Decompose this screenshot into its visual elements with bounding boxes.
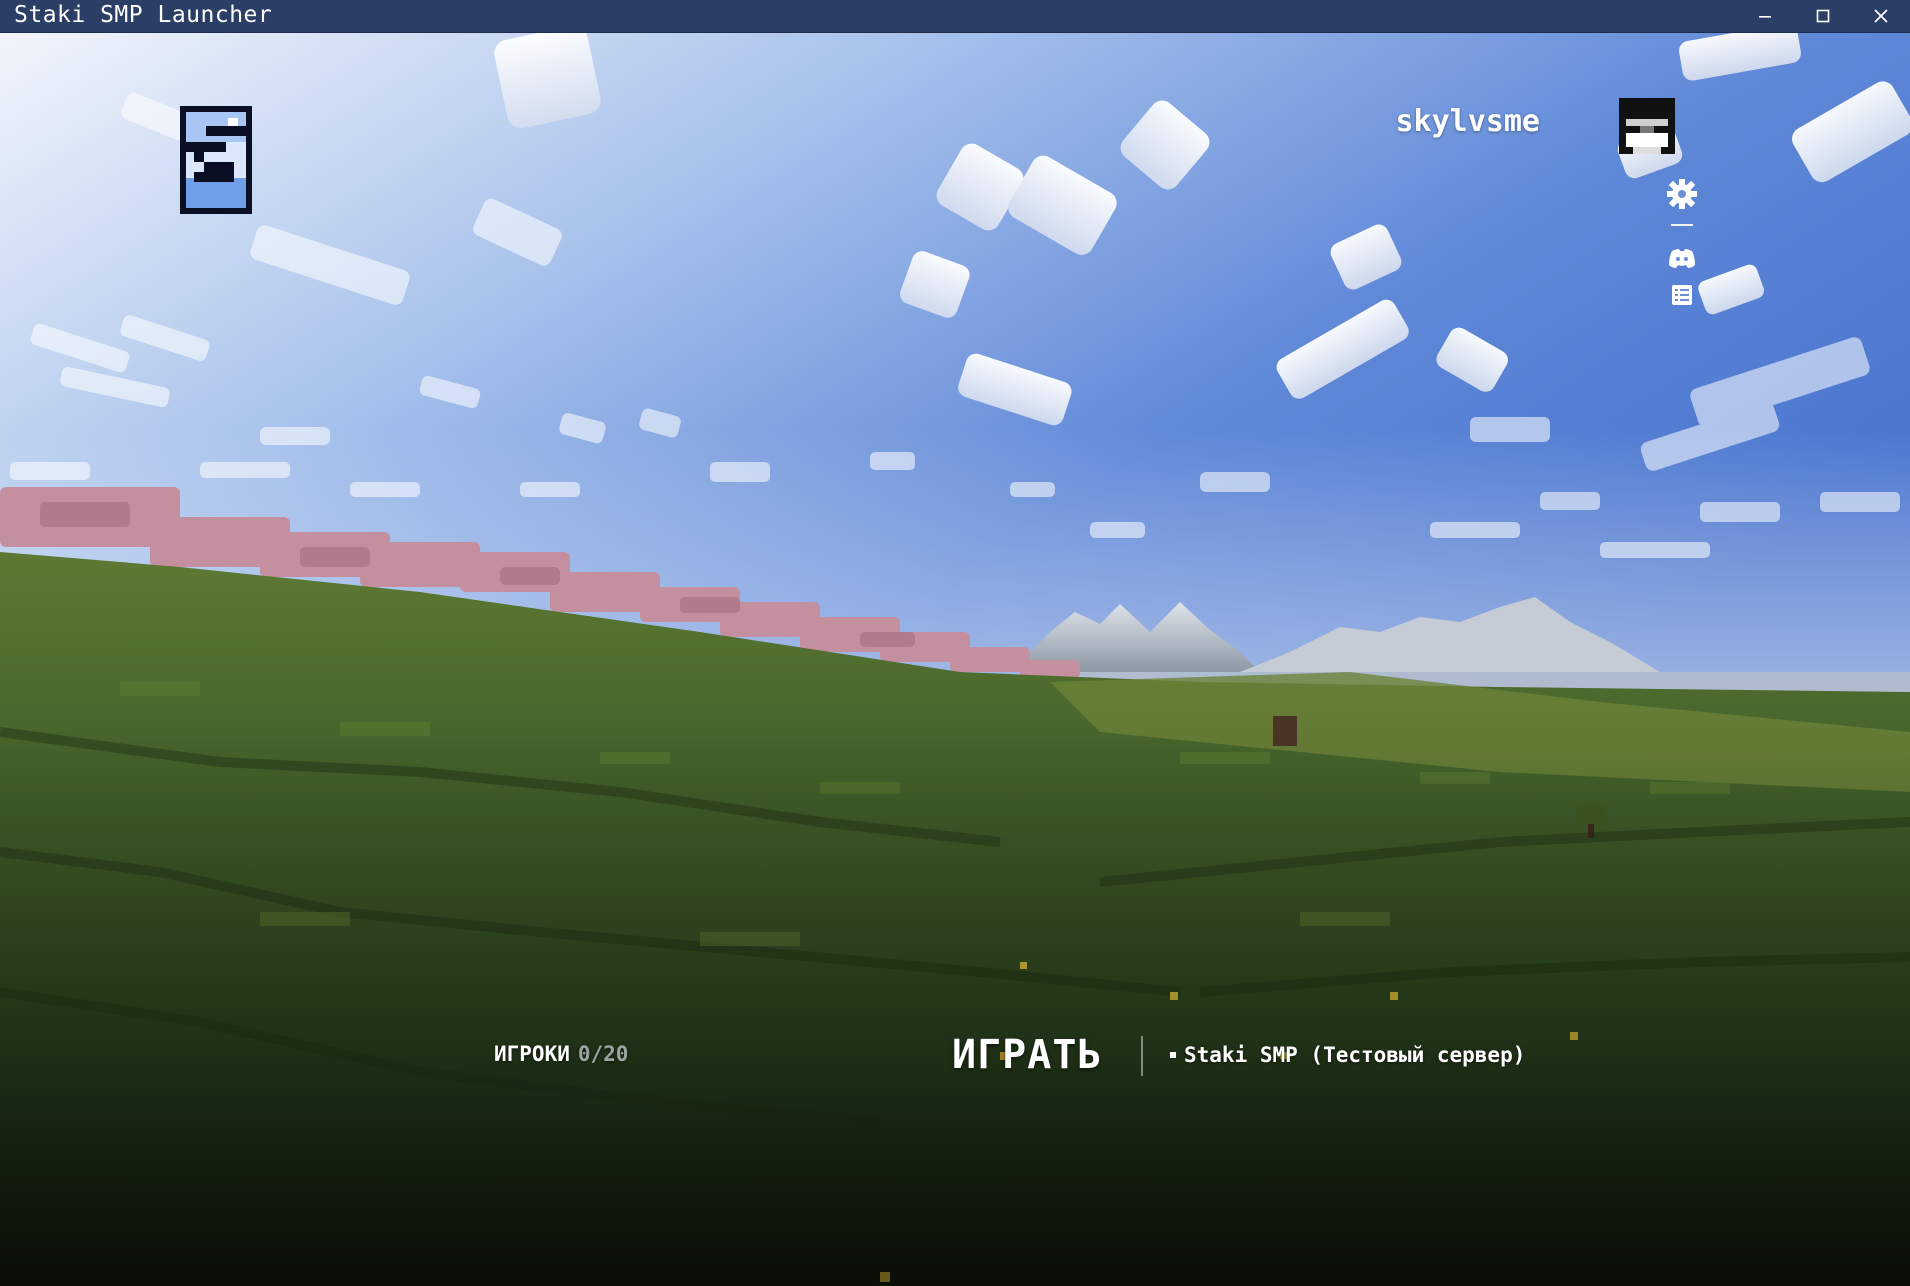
play-divider: [1141, 1036, 1143, 1076]
side-toolbar: [1660, 178, 1704, 306]
landscape-image: [0, 32, 1910, 1286]
gear-icon: [1667, 179, 1697, 209]
players-label: ИГРОКИ: [494, 1042, 570, 1066]
changelog-button[interactable]: [1660, 284, 1704, 306]
maximize-button[interactable]: [1794, 0, 1852, 32]
minimize-button[interactable]: [1736, 0, 1794, 32]
players-indicator: ИГРОКИ 0/20: [494, 1042, 628, 1066]
minimize-icon: [1759, 16, 1771, 18]
username-label: skylvsme: [1395, 104, 1541, 139]
avatar[interactable]: [1619, 98, 1675, 154]
server-status-dot: [1170, 1052, 1176, 1058]
players-count: 0/20: [577, 1042, 629, 1066]
close-icon: [1874, 9, 1888, 23]
side-toolbar-divider: [1671, 224, 1693, 226]
background-landscape: [0, 32, 1910, 1286]
server-name: Staki SMP (Тестовый сервер): [1184, 1043, 1526, 1067]
discord-button[interactable]: [1660, 248, 1704, 270]
list-icon: [1672, 285, 1692, 305]
settings-button[interactable]: [1660, 178, 1704, 210]
window-controls: [1736, 0, 1910, 32]
discord-icon: [1669, 249, 1695, 268]
play-button[interactable]: ИГРАТЬ: [952, 1030, 1103, 1080]
launcher-window: Staki SMP Launcher skylvsme ИГРОКИ 0/20 …: [0, 0, 1910, 1286]
close-button[interactable]: [1852, 0, 1910, 32]
server-selector[interactable]: Staki SMP (Тестовый сервер): [1170, 1043, 1525, 1067]
maximize-icon: [1816, 9, 1830, 23]
window-title: Staki SMP Launcher: [14, 2, 273, 28]
title-bar[interactable]: Staki SMP Launcher: [0, 0, 1910, 33]
staki-logo[interactable]: [180, 106, 252, 214]
